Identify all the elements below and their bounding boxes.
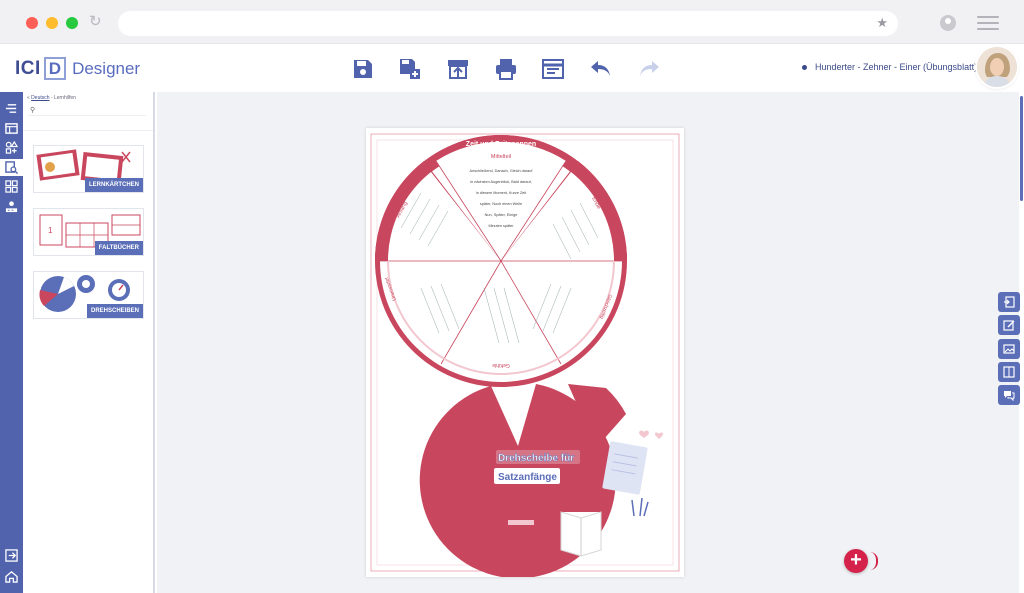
rail-item-logout[interactable] (2, 547, 21, 564)
save-as-icon (400, 59, 420, 79)
logo-d: D (43, 57, 67, 80)
print-icon (496, 59, 516, 80)
breadcrumb-back[interactable]: « (27, 95, 30, 101)
publish-button[interactable] (446, 57, 470, 81)
segment-line: Minuten später (488, 224, 514, 228)
book-icon (1003, 366, 1015, 378)
maximize-window-button[interactable] (66, 17, 78, 29)
undo-icon (591, 61, 610, 76)
edit-button[interactable] (998, 315, 1020, 335)
search-icon: ⚲ (30, 107, 36, 114)
add-element-button[interactable]: + (844, 549, 868, 573)
card-label: LERNKÄRTCHEN (85, 178, 143, 192)
minimize-window-button[interactable] (46, 17, 58, 29)
chat-button[interactable] (998, 385, 1020, 405)
page-settings-button[interactable] (541, 57, 565, 81)
rail-item-shapes[interactable] (2, 139, 21, 156)
browser-menu-icon[interactable] (977, 16, 999, 34)
book-search-icon (5, 161, 18, 174)
page-settings-icon (542, 59, 564, 79)
panel-divider (23, 130, 153, 131)
card-label: FALTBÜCHER (94, 241, 143, 255)
cover-title-line2: Satzanfänge (498, 472, 557, 483)
save-button[interactable] (351, 57, 375, 81)
wheel-title: Zeit und Zeitspannen (466, 141, 536, 148)
logout-icon (5, 549, 18, 562)
rail-item-home[interactable] (2, 568, 21, 585)
breadcrumb: « Deutsch - Lernhilfen (27, 95, 76, 101)
templates-icon (5, 123, 18, 134)
avatar-photo (977, 47, 1017, 87)
save-icon (354, 60, 372, 78)
home-icon (5, 571, 18, 583)
status-dot (802, 64, 807, 70)
save-as-button[interactable] (398, 57, 422, 81)
redo-button[interactable] (637, 57, 661, 81)
close-window-button[interactable] (26, 17, 38, 29)
segment-bottom-label: Gefühle (492, 362, 510, 368)
bookmark-star-icon[interactable]: ★ (876, 15, 888, 31)
left-rail (0, 92, 23, 593)
rail-item-tools[interactable] (2, 198, 21, 215)
segment-top-label: Mittelteil (491, 154, 511, 160)
card-rotary-discs[interactable]: DREHSCHEIBEN (33, 271, 144, 319)
logo-designer: Designer (72, 58, 141, 78)
worksheet-title: Hunderter - Zehner - Einer (Übungsblatt) (815, 62, 978, 72)
card-learning-cards[interactable]: LERNKÄRTCHEN (33, 145, 144, 193)
rail-item-grid[interactable] (2, 178, 21, 195)
card-folding-books[interactable]: 1 FALTBÜCHER (33, 208, 144, 256)
cover-title-line1: Drehscheibe für (498, 453, 574, 464)
segment-line: später, Noch einen Weile (480, 202, 522, 206)
app-logo[interactable]: ICI D Designer (15, 57, 140, 80)
publish-icon (448, 60, 468, 79)
grid-icon (5, 180, 18, 193)
address-bar[interactable]: ★ (118, 11, 898, 36)
print-button[interactable] (494, 57, 518, 81)
reload-icon[interactable]: ↻ (89, 12, 102, 30)
worksheet-artwork: Zeit und Zeitspannen Mittelteil Anschlie… (370, 133, 680, 577)
rail-item-templates[interactable] (2, 120, 21, 137)
card-label: DREHSCHEIBEN (86, 304, 143, 318)
breadcrumb-current: - Lernhilfen (49, 95, 76, 101)
segment-line: Anschließend, Danach, Gleich darauf (470, 169, 534, 173)
segment-line: In diesem Moment, Kurze Zeit (476, 191, 528, 195)
image-icon (1003, 344, 1015, 354)
app-header: ICI D Designer Hunderter - Zehner - Eine… (0, 44, 1024, 92)
tools-icon (5, 201, 18, 213)
worksheet-page[interactable]: Zeit und Zeitspannen Mittelteil Anschlie… (366, 128, 684, 577)
browser-bar: ↻ ★ (0, 0, 1024, 44)
worksheet-selector[interactable]: Hunderter - Zehner - Einer (Übungsblatt)… (802, 62, 989, 72)
search-input[interactable]: ⚲ (28, 106, 146, 116)
menu-icon (5, 104, 17, 113)
canvas-scrollbar[interactable] (1020, 96, 1023, 201)
insert-page-button[interactable] (998, 292, 1020, 312)
rail-item-menu[interactable] (2, 100, 21, 117)
breadcrumb-link[interactable]: Deutsch (31, 95, 49, 101)
insert-page-icon (1004, 296, 1015, 308)
logo-ici: ICI (15, 57, 41, 79)
segment-line: in nächsten Augenblick, Bald darauf, (470, 180, 531, 184)
user-avatar[interactable] (977, 47, 1017, 87)
svg-text:1: 1 (48, 226, 53, 235)
chat-icon (1004, 391, 1015, 401)
undo-button[interactable] (589, 57, 613, 81)
image-button[interactable] (998, 339, 1020, 359)
browser-profile-icon[interactable] (940, 15, 956, 31)
redo-icon (640, 61, 659, 76)
shapes-icon (5, 141, 18, 154)
library-panel: « Deutsch - Lernhilfen ⚲ LERNKÄRTCHEN 1 … (23, 92, 155, 593)
segment-line: Nun, Später, Einige (485, 213, 518, 217)
edit-icon (1003, 320, 1015, 331)
book-button[interactable] (998, 362, 1020, 382)
rail-item-learning-aids[interactable] (0, 159, 23, 176)
